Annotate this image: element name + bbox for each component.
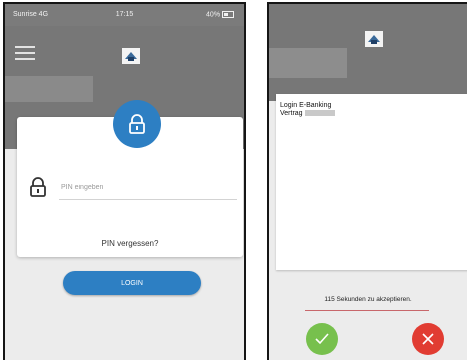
app-header bbox=[269, 4, 467, 101]
lock-badge bbox=[113, 100, 161, 148]
decline-button[interactable] bbox=[412, 323, 444, 355]
battery-status: 40% bbox=[206, 11, 234, 18]
logo-icon bbox=[122, 48, 140, 64]
redacted-contract-number bbox=[304, 110, 335, 117]
status-bar: Sunrise 4G 17:15 40% bbox=[5, 4, 244, 26]
pin-input[interactable] bbox=[59, 175, 237, 200]
countdown-line bbox=[305, 310, 429, 311]
accept-button[interactable] bbox=[306, 323, 338, 355]
battery-icon bbox=[222, 11, 234, 18]
lock-icon bbox=[29, 177, 47, 202]
contract-label: Vertrag bbox=[280, 110, 303, 117]
login-screen: Sunrise 4G 17:15 40% PIN vergessen? LOGI… bbox=[3, 2, 246, 360]
contract-line: Vertrag bbox=[280, 110, 335, 117]
request-title: Login E-Banking bbox=[280, 102, 332, 109]
confirm-screen: Login E-Banking Vertrag 115 Sekunden zu … bbox=[267, 2, 467, 360]
login-button[interactable]: LOGIN bbox=[63, 271, 201, 295]
x-icon bbox=[422, 333, 434, 345]
logo-icon bbox=[365, 31, 383, 47]
login-request-card: Login E-Banking Vertrag bbox=[276, 94, 467, 270]
blurred-header-text bbox=[5, 76, 93, 102]
menu-icon[interactable] bbox=[15, 46, 35, 60]
forgot-pin-link[interactable]: PIN vergessen? bbox=[17, 239, 243, 248]
lock-icon bbox=[129, 114, 145, 134]
countdown-text: 115 Sekunden zu akzeptieren. bbox=[324, 296, 412, 303]
check-icon bbox=[315, 333, 329, 345]
battery-percent: 40% bbox=[206, 11, 221, 19]
blurred-header-text bbox=[269, 48, 347, 78]
